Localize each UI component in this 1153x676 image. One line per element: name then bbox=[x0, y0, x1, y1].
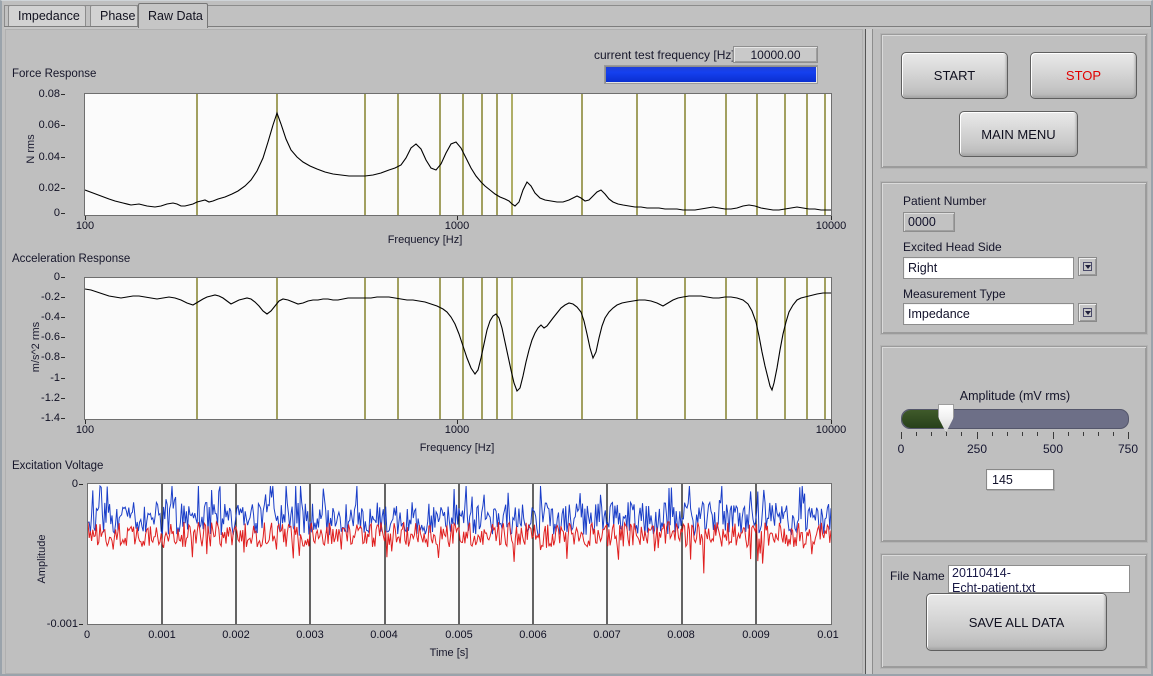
save-all-data-button[interactable]: SAVE ALL DATA bbox=[926, 593, 1107, 651]
accel-xtick-2: 10000 bbox=[807, 424, 855, 436]
accel-ytick-7: -1.4 bbox=[24, 412, 60, 424]
save-all-data-button-label: SAVE ALL DATA bbox=[969, 615, 1065, 630]
excitation-voltage-svg bbox=[88, 484, 831, 624]
pane-divider[interactable] bbox=[865, 29, 873, 674]
force-ytick-2: 0.04 bbox=[24, 151, 60, 163]
accel-ytick-4: -0.8 bbox=[24, 351, 60, 363]
accel-xtick-0: 100 bbox=[65, 424, 105, 436]
tab-phase[interactable]: Phase bbox=[90, 5, 138, 26]
excited-head-side-label: Excited Head Side bbox=[903, 240, 1002, 254]
tab-impedance-label: Impedance bbox=[18, 9, 80, 23]
accel-ytick-3: -0.6 bbox=[24, 331, 60, 343]
force-cursor-lines bbox=[197, 94, 825, 215]
stop-button[interactable]: STOP bbox=[1030, 52, 1137, 99]
patient-number-label: Patient Number bbox=[903, 194, 986, 208]
force-response-title: Force Response bbox=[12, 68, 96, 80]
accel-ytick-5: -1 bbox=[24, 372, 60, 384]
measurement-type-label: Measurement Type bbox=[903, 287, 1006, 301]
force-xtick-2: 10000 bbox=[807, 220, 855, 232]
excitation-xtick-0: 0 bbox=[69, 629, 105, 641]
excitation-ytick-0: 0 bbox=[42, 478, 78, 490]
frequency-progress-bar bbox=[604, 65, 818, 84]
tab-raw-data-label: Raw Data bbox=[148, 9, 203, 23]
excitation-xtick-9: 0.009 bbox=[735, 629, 777, 641]
tab-bar: Impedance Phase Raw Data bbox=[4, 3, 1151, 27]
force-ytick-0: 0.08 bbox=[24, 88, 60, 100]
file-name-line-2: Echt-patient.txt bbox=[952, 581, 1129, 593]
force-response-xlabel: Frequency [Hz] bbox=[335, 234, 515, 246]
force-ytick-4: 0 bbox=[24, 207, 60, 219]
tab-raw-data[interactable]: Raw Data bbox=[138, 3, 208, 28]
file-group: File Name 20110414- Echt-patient.txt SAV… bbox=[881, 554, 1147, 668]
excitation-voltage-plot[interactable] bbox=[87, 483, 832, 625]
accel-ytick-1: -0.2 bbox=[24, 291, 60, 303]
file-name-input[interactable]: 20110414- Echt-patient.txt bbox=[948, 565, 1130, 593]
excitation-xtick-1: 0.001 bbox=[141, 629, 183, 641]
excitation-voltage-ylabel: Amplitude bbox=[36, 514, 48, 604]
excitation-xtick-3: 0.003 bbox=[289, 629, 331, 641]
excitation-xtick-2: 0.002 bbox=[215, 629, 257, 641]
force-response-svg bbox=[85, 94, 831, 215]
measurement-type-select[interactable]: Impedance bbox=[903, 303, 1074, 325]
amplitude-title: Amplitude (mV rms) bbox=[882, 389, 1148, 403]
excitation-voltage-title: Excitation Voltage bbox=[12, 460, 103, 472]
main-menu-button-label: MAIN MENU bbox=[981, 127, 1055, 142]
excitation-xtick-7: 0.007 bbox=[586, 629, 628, 641]
acceleration-response-plot[interactable] bbox=[84, 277, 832, 420]
excitation-xtick-8: 0.008 bbox=[660, 629, 702, 641]
accel-ytick-6: -1.2 bbox=[24, 392, 60, 404]
excitation-xtick-6: 0.006 bbox=[512, 629, 554, 641]
acceleration-cursor-lines bbox=[197, 278, 825, 419]
excitation-xtick-4: 0.004 bbox=[363, 629, 405, 641]
amplitude-scale-2: 500 bbox=[1039, 442, 1067, 456]
acceleration-response-svg bbox=[85, 278, 831, 419]
frequency-progress-fill bbox=[606, 67, 816, 82]
current-frequency-label: current test frequency [Hz] bbox=[594, 48, 735, 62]
amplitude-slider[interactable] bbox=[901, 409, 1129, 429]
main-menu-button[interactable]: MAIN MENU bbox=[959, 111, 1078, 157]
action-buttons-group: START STOP MAIN MENU bbox=[881, 34, 1147, 168]
measurement-type-chevron-down-icon[interactable] bbox=[1078, 303, 1097, 322]
start-button-label: START bbox=[934, 68, 975, 83]
application-window: Impedance Phase Raw Data current test fr… bbox=[0, 0, 1153, 676]
amplitude-scale-0: 0 bbox=[887, 442, 915, 456]
excited-head-side-chevron-down-icon[interactable] bbox=[1078, 257, 1097, 276]
current-frequency-value: 10000.00 bbox=[733, 46, 818, 63]
amplitude-scale-ticks bbox=[901, 432, 1129, 439]
file-name-line-1: 20110414- bbox=[952, 566, 1129, 581]
patient-settings-group: Patient Number 0000 Excited Head Side Ri… bbox=[881, 182, 1147, 334]
acceleration-response-xlabel: Frequency [Hz] bbox=[367, 442, 547, 454]
force-xtick-1: 1000 bbox=[437, 220, 477, 232]
force-xtick-0: 100 bbox=[65, 220, 105, 232]
excitation-voltage-xlabel: Time [s] bbox=[369, 647, 529, 659]
amplitude-value-input[interactable]: 145 bbox=[986, 469, 1054, 490]
amplitude-group: Amplitude (mV rms) 0 250 500 750 145 bbox=[881, 346, 1147, 542]
start-button[interactable]: START bbox=[901, 52, 1008, 99]
excitation-xtick-5: 0.005 bbox=[438, 629, 480, 641]
force-response-plot[interactable] bbox=[84, 93, 832, 216]
accel-ytick-2: -0.4 bbox=[24, 311, 60, 323]
excitation-cursor-lines bbox=[162, 484, 756, 624]
tab-phase-label: Phase bbox=[100, 9, 135, 23]
file-name-label: File Name bbox=[890, 569, 945, 583]
accel-xtick-1: 1000 bbox=[437, 424, 477, 436]
force-ytick-1: 0.06 bbox=[24, 119, 60, 131]
patient-number-field[interactable]: 0000 bbox=[903, 212, 955, 232]
excited-head-side-select[interactable]: Right bbox=[903, 257, 1074, 279]
tab-impedance[interactable]: Impedance bbox=[8, 5, 86, 26]
force-ytick-3: 0.02 bbox=[24, 182, 60, 194]
amplitude-scale-1: 250 bbox=[963, 442, 991, 456]
acceleration-response-title: Acceleration Response bbox=[12, 253, 130, 265]
excitation-xtick-10: 0.01 bbox=[807, 629, 849, 641]
stop-button-label: STOP bbox=[1066, 68, 1101, 83]
accel-ytick-0: 0 bbox=[24, 271, 60, 283]
amplitude-scale-3: 750 bbox=[1114, 442, 1142, 456]
